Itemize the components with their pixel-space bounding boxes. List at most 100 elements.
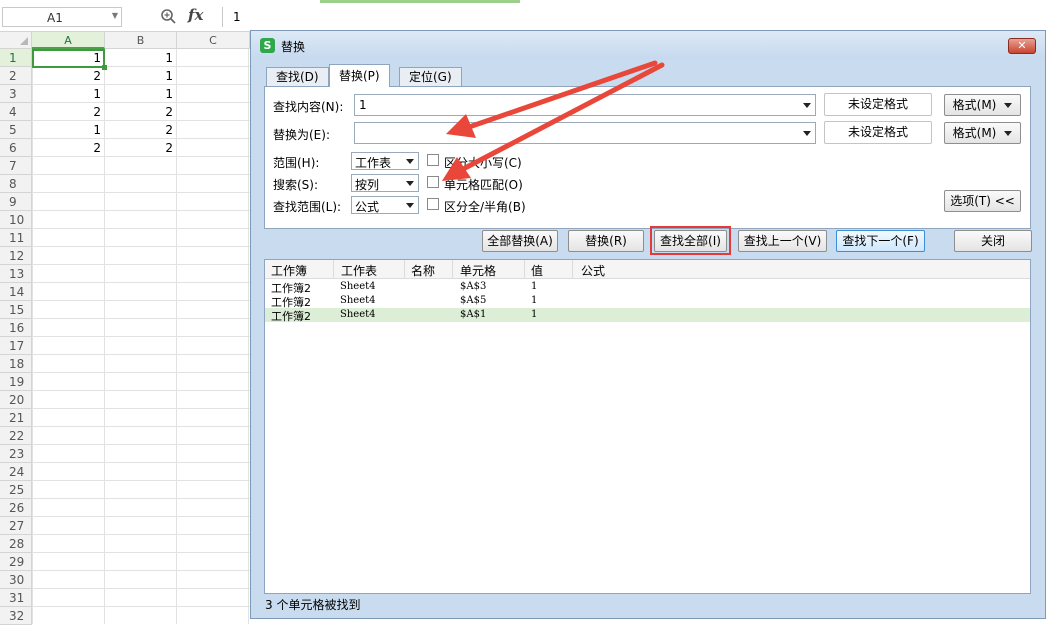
row-header[interactable]: 32	[0, 607, 32, 625]
name-box-value: A1	[47, 11, 63, 25]
row-header[interactable]: 7	[0, 157, 32, 175]
row-header[interactable]: 25	[0, 481, 32, 499]
row-header[interactable]: 2	[0, 67, 32, 85]
header-name[interactable]: 名称	[411, 262, 435, 279]
replace-with-input[interactable]	[354, 122, 816, 144]
close-icon[interactable]: ✕	[1008, 38, 1036, 54]
dropdown-arrow-icon[interactable]	[803, 131, 811, 136]
dropdown-arrow-icon[interactable]	[803, 103, 811, 108]
row-header[interactable]: 1	[0, 49, 32, 67]
result-row-selected[interactable]: 工作簿2 Sheet4 $A$1 1	[265, 308, 1030, 323]
search-order-select[interactable]: 按列	[351, 174, 419, 192]
cell-col-b[interactable]: 1	[105, 49, 177, 67]
replace-format-button[interactable]: 格式(M)	[944, 122, 1021, 144]
row-header[interactable]: 10	[0, 211, 32, 229]
cell-col-b[interactable]: 1	[105, 67, 177, 85]
find-what-input[interactable]: 1	[354, 94, 816, 116]
results-list[interactable]: 工作簿 工作表 名称 单元格 值 公式 工作簿2 Sheet4 $A$3 1 工…	[264, 259, 1031, 594]
row-header[interactable]: 22	[0, 427, 32, 445]
formula-bar: A1 ▼ fx 1	[0, 0, 1046, 32]
cell-col-b[interactable]: 2	[105, 139, 177, 157]
row-header[interactable]: 11	[0, 229, 32, 247]
find-next-button[interactable]: 查找下一个(F)	[836, 230, 925, 252]
fx-icon[interactable]: fx	[188, 6, 203, 24]
match-width-label[interactable]: 区分全/半角(B)	[444, 198, 526, 215]
match-width-checkbox[interactable]	[427, 198, 439, 210]
find-all-button[interactable]: 查找全部(I)	[654, 230, 727, 252]
match-entire-cell-checkbox[interactable]	[427, 176, 439, 188]
close-button[interactable]: 关闭	[954, 230, 1032, 252]
result-row[interactable]: 工作簿2 Sheet4 $A$5 1	[265, 294, 1030, 309]
row-header[interactable]: 3	[0, 85, 32, 103]
active-cell-a1[interactable]	[32, 49, 107, 70]
options-button[interactable]: 选项(T) <<	[944, 190, 1021, 212]
column-separator[interactable]	[404, 260, 405, 279]
row-header[interactable]: 30	[0, 571, 32, 589]
row-header[interactable]: 19	[0, 373, 32, 391]
row-header[interactable]: 17	[0, 337, 32, 355]
find-format-button[interactable]: 格式(M)	[944, 94, 1021, 116]
cell-col-b[interactable]: 1	[105, 85, 177, 103]
row-header[interactable]: 26	[0, 499, 32, 517]
header-formula[interactable]: 公式	[581, 262, 605, 279]
header-workbook[interactable]: 工作簿	[271, 262, 307, 279]
dialog-title-bar[interactable]: S 替换 ✕	[251, 31, 1045, 59]
column-separator[interactable]	[333, 260, 334, 279]
replace-button[interactable]: 替换(R)	[568, 230, 644, 252]
chevron-down-icon[interactable]: ▼	[112, 11, 118, 20]
row-header[interactable]: 20	[0, 391, 32, 409]
row-header[interactable]: 16	[0, 319, 32, 337]
replace-all-button[interactable]: 全部替换(A)	[482, 230, 558, 252]
look-in-value: 公式	[355, 200, 380, 214]
row-header[interactable]: 28	[0, 535, 32, 553]
row-header[interactable]: 8	[0, 175, 32, 193]
column-header-b[interactable]: B	[105, 32, 177, 49]
match-case-checkbox[interactable]	[427, 154, 439, 166]
header-cell[interactable]: 单元格	[460, 262, 496, 279]
row-header[interactable]: 6	[0, 139, 32, 157]
row-header[interactable]: 4	[0, 103, 32, 121]
result-row[interactable]: 工作簿2 Sheet4 $A$3 1	[265, 280, 1030, 295]
select-all-corner[interactable]	[0, 32, 32, 49]
match-entire-cell-label[interactable]: 单元格匹配(O)	[444, 176, 523, 193]
scope-select[interactable]: 工作表	[351, 152, 419, 170]
match-case-label[interactable]: 区分大小写(C)	[444, 154, 522, 171]
column-header-a[interactable]: A	[32, 32, 105, 49]
row-header[interactable]: 21	[0, 409, 32, 427]
scope-label: 范围(H):	[273, 156, 320, 170]
row-header[interactable]: 12	[0, 247, 32, 265]
row-header[interactable]: 9	[0, 193, 32, 211]
row-header[interactable]: 5	[0, 121, 32, 139]
column-separator[interactable]	[452, 260, 453, 279]
cell-col-a[interactable]: 1	[32, 85, 105, 103]
find-previous-button[interactable]: 查找上一个(V)	[738, 230, 827, 252]
row-header[interactable]: 27	[0, 517, 32, 535]
name-box[interactable]: A1 ▼	[2, 7, 122, 27]
cell-col-b[interactable]: 2	[105, 121, 177, 139]
tab-goto[interactable]: 定位(G)	[399, 67, 462, 86]
result-sheet: Sheet4	[340, 295, 376, 306]
tab-replace[interactable]: 替换(P)	[329, 64, 390, 87]
header-value[interactable]: 值	[531, 262, 543, 279]
cell-col-b[interactable]: 2	[105, 103, 177, 121]
cell-col-a[interactable]: 2	[32, 103, 105, 121]
cell-col-a[interactable]: 2	[32, 67, 105, 85]
row-header[interactable]: 14	[0, 283, 32, 301]
look-in-select[interactable]: 公式	[351, 196, 419, 214]
cell-col-a[interactable]: 2	[32, 139, 105, 157]
row-header[interactable]: 31	[0, 589, 32, 607]
column-separator[interactable]	[524, 260, 525, 279]
formula-input[interactable]: 1	[222, 7, 1046, 27]
zoom-icon[interactable]	[160, 8, 176, 24]
row-header[interactable]: 13	[0, 265, 32, 283]
row-header[interactable]: 24	[0, 463, 32, 481]
header-sheet[interactable]: 工作表	[341, 262, 377, 279]
row-header[interactable]: 18	[0, 355, 32, 373]
tab-find[interactable]: 查找(D)	[266, 67, 329, 86]
row-header[interactable]: 29	[0, 553, 32, 571]
row-header[interactable]: 23	[0, 445, 32, 463]
column-separator[interactable]	[572, 260, 573, 279]
row-header[interactable]: 15	[0, 301, 32, 319]
column-header-c[interactable]: C	[177, 32, 250, 49]
cell-col-a[interactable]: 1	[32, 121, 105, 139]
